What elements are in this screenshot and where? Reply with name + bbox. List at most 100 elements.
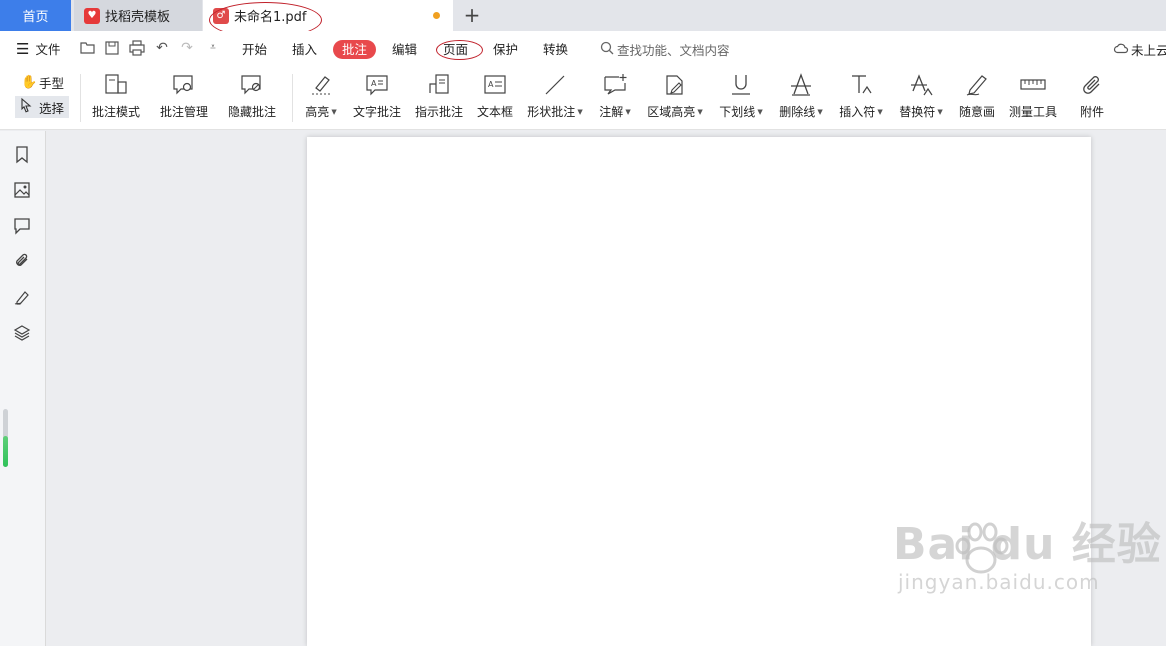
attachment-icon[interactable] <box>13 252 31 270</box>
attachment-icon <box>1079 72 1105 98</box>
area-highlight-icon <box>662 72 688 98</box>
freehand-label: 随意画 <box>958 105 995 119</box>
file-menu-button[interactable]: ☰ 文件 <box>16 31 60 66</box>
menu-convert[interactable]: 转换 <box>543 31 568 66</box>
unsaved-dot <box>433 12 440 19</box>
menu-start[interactable]: 开始 <box>242 31 267 66</box>
strikethrough-icon <box>788 72 814 98</box>
text-comment-button[interactable]: A 文字批注 <box>353 72 401 124</box>
insert-caret-label: 插入符 <box>839 105 876 119</box>
quick-access-dropdown-icon[interactable]: ⩡ <box>205 40 221 56</box>
chevron-down-icon: ▼ <box>937 108 943 116</box>
add-tab-button[interactable]: + <box>462 4 482 26</box>
hand-select-group: ✋ 手型 选择 <box>15 71 69 121</box>
note-icon <box>602 72 628 98</box>
divider <box>292 74 293 122</box>
replace-caret-label: 替换符 <box>899 105 936 119</box>
hand-icon: ✋ <box>21 74 38 90</box>
sidebar-scrollbar-thumb[interactable] <box>3 436 8 467</box>
search-icon <box>600 41 614 58</box>
tab-document[interactable]: ♂ 未命名1.pdf <box>203 0 453 31</box>
menu-page[interactable]: 页面 <box>443 31 468 66</box>
tab-bar: 首页 ♥ 找稻壳模板 ♂ 未命名1.pdf + <box>0 0 1166 31</box>
menu-annotate[interactable]: 批注 <box>333 40 377 59</box>
text-comment-icon: A <box>364 72 390 98</box>
note-label: 注解 <box>599 105 624 119</box>
hand-tool-label: 手型 <box>39 75 65 91</box>
insert-caret-button[interactable]: 插入符 ▼ <box>838 72 884 124</box>
menu-protect[interactable]: 保护 <box>493 31 518 66</box>
underline-label: 下划线 <box>719 105 756 119</box>
attachment-button[interactable]: 附件 <box>1078 72 1106 124</box>
tab-templates[interactable]: ♥ 找稻壳模板 <box>74 0 202 31</box>
comment-icon[interactable] <box>13 217 31 235</box>
cloud-icon <box>1113 42 1129 57</box>
hide-annotation-label: 隐藏批注 <box>228 105 277 119</box>
hand-tool-button[interactable]: ✋ 手型 <box>15 71 69 93</box>
pdf-file-icon: ♂ <box>213 7 229 24</box>
shape-comment-button[interactable]: 形状批注 ▼ <box>527 72 583 124</box>
textbox-button[interactable]: A 文本框 <box>477 72 513 124</box>
save-icon[interactable] <box>104 40 120 56</box>
textbox-label: 文本框 <box>477 105 514 119</box>
annotation-manage-label: 批注管理 <box>160 105 209 119</box>
chevron-down-icon: ▼ <box>877 108 883 116</box>
select-tool-label: 选择 <box>39 100 65 116</box>
text-comment-label: 文字批注 <box>353 105 402 119</box>
cursor-icon <box>21 97 35 116</box>
file-menu-label: 文件 <box>35 42 61 57</box>
annotation-mode-icon <box>103 72 129 98</box>
ruler-button[interactable]: 测量工具 <box>1009 72 1057 124</box>
menu-edit[interactable]: 编辑 <box>392 31 417 66</box>
ruler-label: 测量工具 <box>1009 105 1058 119</box>
svg-text:A: A <box>371 79 377 88</box>
annotation-manage-button[interactable]: 批注管理 <box>160 72 208 124</box>
underline-icon <box>728 72 754 98</box>
area-highlight-button[interactable]: 区域高亮 ▼ <box>647 72 703 124</box>
hide-annotation-button[interactable]: 隐藏批注 <box>228 72 276 124</box>
chevron-down-icon: ▼ <box>757 108 763 116</box>
tab-templates-label: 找稻壳模板 <box>105 10 171 25</box>
replace-caret-icon <box>908 72 934 98</box>
undo-icon[interactable]: ↶ <box>154 40 170 56</box>
bookmark-icon[interactable] <box>13 145 31 163</box>
select-tool-button[interactable]: 选择 <box>15 96 69 118</box>
signature-icon[interactable] <box>13 288 31 306</box>
redo-icon[interactable]: ↷ <box>179 40 195 56</box>
pointer-comment-label: 指示批注 <box>415 105 464 119</box>
shape-comment-label: 形状批注 <box>527 105 576 119</box>
open-icon[interactable] <box>80 40 96 56</box>
pdf-page[interactable] <box>307 137 1091 646</box>
strikethrough-button[interactable]: 删除线 ▼ <box>778 72 824 124</box>
highlight-label: 高亮 <box>305 105 330 119</box>
replace-caret-button[interactable]: 替换符 ▼ <box>898 72 944 124</box>
docer-logo-icon: ♥ <box>84 7 100 24</box>
chevron-down-icon: ▼ <box>817 108 823 116</box>
cloud-status-label: 未上云 <box>1131 43 1166 58</box>
search-placeholder: 查找功能、文档内容 <box>617 42 730 58</box>
layers-icon[interactable] <box>13 324 31 342</box>
freehand-button[interactable]: 随意画 <box>958 72 996 124</box>
divider <box>80 74 81 122</box>
hamburger-icon: ☰ <box>16 39 30 58</box>
note-button[interactable]: 注解 ▼ <box>598 72 632 124</box>
attachment-label: 附件 <box>1079 105 1104 119</box>
left-sidebar <box>0 131 46 646</box>
ruler-icon <box>1020 72 1046 98</box>
cloud-status-button[interactable]: 未上云 <box>1113 40 1166 59</box>
annotation-manage-icon <box>171 72 197 98</box>
tab-home[interactable]: 首页 <box>0 0 71 31</box>
thumbnail-icon[interactable] <box>13 181 31 199</box>
insert-caret-icon <box>848 72 874 98</box>
search-input[interactable]: 查找功能、文档内容 <box>600 41 730 58</box>
chevron-down-icon: ▼ <box>331 108 337 116</box>
annotation-mode-button[interactable]: 批注模式 <box>92 72 140 124</box>
print-icon[interactable] <box>129 40 145 56</box>
menu-bar: ☰ 文件 ↶ ↷ ⩡ 开始 插入 批注 编辑 页面 保护 转换 查找功能、文档内… <box>0 31 1166 66</box>
shape-comment-icon <box>542 72 568 98</box>
hide-annotation-icon <box>239 72 265 98</box>
highlight-button[interactable]: 高亮 ▼ <box>304 72 338 124</box>
underline-button[interactable]: 下划线 ▼ <box>718 72 764 124</box>
pointer-comment-button[interactable]: 指示批注 <box>415 72 463 124</box>
menu-insert[interactable]: 插入 <box>292 31 317 66</box>
